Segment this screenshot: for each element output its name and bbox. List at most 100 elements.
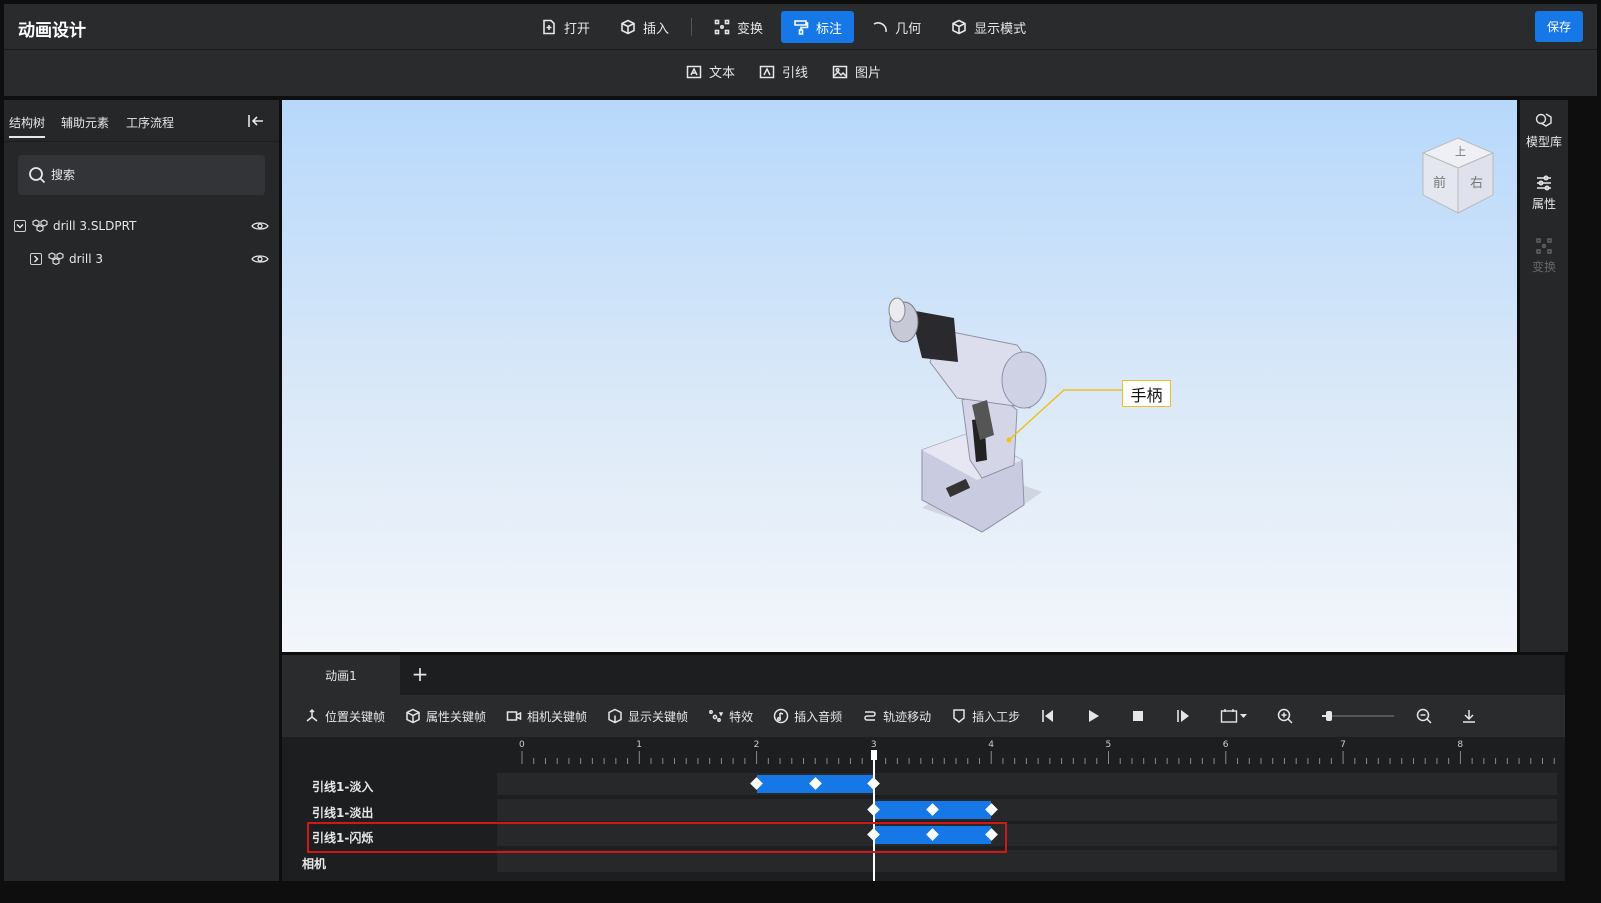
insert-button[interactable]: 插入 <box>608 11 681 43</box>
track-row-camera[interactable] <box>497 850 1557 872</box>
display-cube-icon <box>608 708 622 724</box>
time-ruler[interactable]: 0 1 2 3 4 5 6 7 8 <box>497 737 1557 765</box>
track-row-fade-in[interactable] <box>497 773 1557 795</box>
tab-auxiliary-elements[interactable]: 辅助元素 <box>61 114 109 131</box>
arc-geometry-icon <box>873 22 887 33</box>
zoom-out-button[interactable] <box>1416 708 1432 724</box>
insert-audio-button[interactable]: 插入音频 <box>773 708 842 725</box>
display-keyframe-button[interactable]: 显示关键帧 <box>607 708 688 725</box>
path-move-icon <box>864 711 876 721</box>
viewcube-right-face[interactable]: 右 <box>1470 176 1483 191</box>
tree-item-label: drill 3 <box>69 252 104 266</box>
track-label-blink[interactable]: 引线1-闪烁 <box>312 829 373 846</box>
camera-keyframe-button[interactable]: 相机关键帧 <box>506 708 587 725</box>
playback-speed-icon <box>1220 709 1248 723</box>
main-toolbar: 动画设计 打开 插入 变换 标注 几何 显示模式 保存 <box>4 4 1597 50</box>
app-title: 动画设计 <box>18 21 86 41</box>
camera-icon <box>506 711 522 721</box>
annotate-button[interactable]: 标注 <box>781 11 855 43</box>
chevron-right-icon <box>33 255 39 263</box>
previous-frame-button[interactable] <box>1040 708 1056 724</box>
open-button[interactable]: 打开 <box>529 11 602 43</box>
image-button[interactable]: 图片 <box>832 62 881 81</box>
viewcube-front-face[interactable]: 前 <box>1433 175 1446 191</box>
toolbar-divider <box>691 18 693 36</box>
tree-item-drill[interactable]: drill 3 <box>4 247 279 271</box>
timeline-zoom-slider[interactable] <box>1322 708 1395 724</box>
display-mode-label: 显示模式 <box>974 21 1027 37</box>
path-move-button[interactable]: 轨迹移动 <box>862 708 931 725</box>
ruler-tick-label: 5 <box>1106 740 1112 750</box>
viewcube-top-face[interactable]: 上 <box>1455 145 1466 158</box>
timeline-tracks-area[interactable]: 0 1 2 3 4 5 6 7 8 <box>497 737 1565 881</box>
visibility-eye-icon[interactable] <box>251 220 269 232</box>
text-label: 文本 <box>709 66 736 81</box>
track-label-fade-out[interactable]: 引线1-淡出 <box>312 804 373 821</box>
ruler-tick-label: 0 <box>519 740 525 750</box>
transform-dots-icon <box>1536 238 1552 254</box>
leader-callout-label[interactable]: 手柄 <box>1122 380 1171 407</box>
text-button[interactable]: 文本 <box>686 62 735 81</box>
property-keyframe-label: 属性关键帧 <box>426 709 487 724</box>
step-back-icon <box>1042 710 1054 722</box>
display-keyframe-label: 显示关键帧 <box>628 709 689 724</box>
drill-model[interactable] <box>282 100 1517 652</box>
search-box[interactable] <box>18 155 265 195</box>
search-icon <box>29 167 46 184</box>
model-library-button[interactable]: 模型库 <box>1520 112 1568 150</box>
position-keyframe-button[interactable]: 位置关键帧 <box>304 708 385 725</box>
geometry-button[interactable]: 几何 <box>860 11 933 43</box>
playhead-line[interactable] <box>872 751 875 881</box>
effects-dropdown-button[interactable]: 特效 <box>708 708 753 725</box>
collapse-toggle[interactable] <box>14 220 26 232</box>
expand-toggle[interactable] <box>30 253 42 265</box>
properties-button[interactable]: 属性 <box>1520 174 1568 212</box>
position-axes-icon <box>306 708 318 722</box>
track-label-camera[interactable]: 相机 <box>302 855 326 872</box>
tab-process-flow[interactable]: 工序流程 <box>126 114 174 131</box>
view-cube[interactable]: 上 前 右 <box>1417 135 1499 217</box>
keyframe-toolbar: 位置关键帧 属性关键帧 相机关键帧 显示关键帧 特效 插入音频 轨迹移动 插入工… <box>282 695 1565 737</box>
tab-animation-1[interactable]: 动画1 <box>282 655 400 695</box>
image-icon <box>832 65 848 78</box>
zoom-in-button[interactable] <box>1277 708 1293 724</box>
transform-button[interactable]: 变换 <box>702 11 775 43</box>
path-move-label: 轨迹移动 <box>883 709 932 724</box>
zoom-slider-thumb[interactable] <box>1326 711 1333 721</box>
track-row-blink[interactable] <box>497 824 1557 846</box>
visibility-eye-icon[interactable] <box>251 253 269 265</box>
transform-side-button[interactable]: 变换 <box>1520 237 1568 275</box>
open-file-icon <box>543 19 555 35</box>
next-frame-button[interactable] <box>1175 708 1191 724</box>
cube-display-icon <box>952 19 966 35</box>
play-button[interactable] <box>1085 708 1101 724</box>
download-icon <box>1463 710 1476 723</box>
download-button[interactable] <box>1461 708 1477 724</box>
speed-dropdown-button[interactable] <box>1220 708 1248 724</box>
leader-line-button[interactable]: 引线 <box>759 62 808 81</box>
save-button[interactable]: 保存 <box>1535 11 1583 42</box>
model-library-icon <box>1535 113 1552 127</box>
tree-item-drill-sldprt[interactable]: drill 3.SLDPRT <box>4 214 279 238</box>
annotate-brush-icon <box>794 20 809 35</box>
effects-label: 特效 <box>729 709 754 724</box>
3d-viewport[interactable]: 手柄 上 前 右 <box>282 100 1517 652</box>
search-input[interactable] <box>51 168 231 182</box>
insert-audio-label: 插入音频 <box>794 709 843 724</box>
property-keyframe-button[interactable]: 属性关键帧 <box>405 708 486 725</box>
structure-panel: 结构树 辅助元素 工序流程 drill 3.SLDPRT drill 3 <box>4 100 279 881</box>
annotate-subtoolbar: 文本 引线 图片 <box>4 50 1597 96</box>
animation-tabs: 动画1 + <box>282 655 1565 695</box>
track-row-fade-out[interactable] <box>497 799 1557 821</box>
stop-button[interactable] <box>1130 708 1146 724</box>
step-shield-icon <box>953 709 965 723</box>
ruler-ticks: 0 1 2 3 4 5 6 7 8 <box>519 740 1555 764</box>
insert-step-button[interactable]: 插入工步 <box>951 708 1020 725</box>
add-animation-icon[interactable]: + <box>410 664 430 685</box>
display-mode-button[interactable]: 显示模式 <box>939 11 1038 43</box>
collapse-panel-icon[interactable] <box>247 113 265 129</box>
tree-item-label: drill 3.SLDPRT <box>53 219 137 233</box>
track-label-column: 引线1-淡入 引线1-淡出 引线1-闪烁 相机 <box>282 737 496 881</box>
track-label-fade-in[interactable]: 引线1-淡入 <box>312 778 373 795</box>
tab-structure-tree[interactable]: 结构树 <box>9 114 46 138</box>
